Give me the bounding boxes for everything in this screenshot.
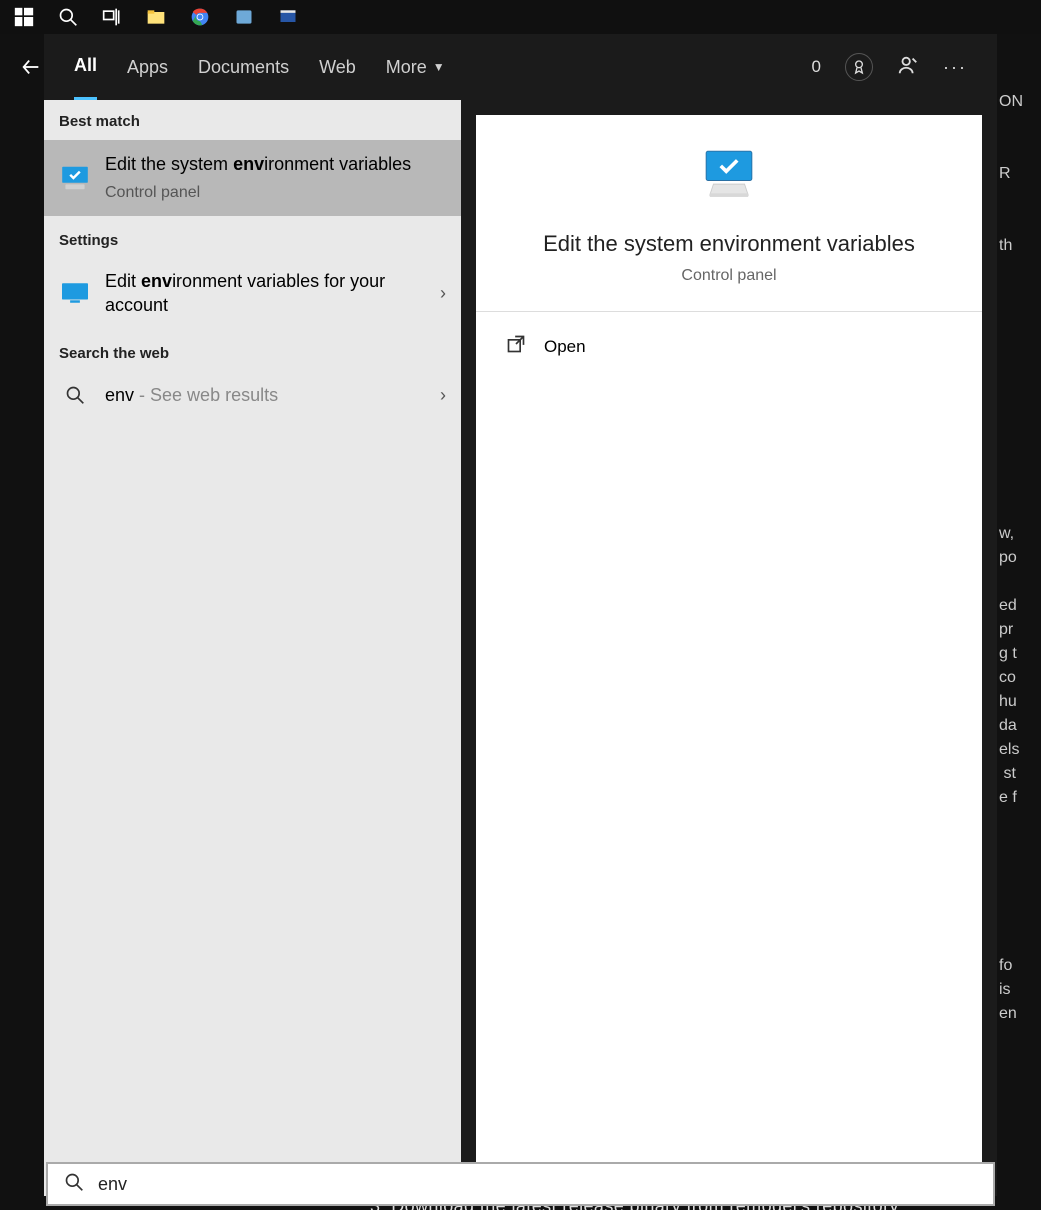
settings-result[interactable]: Edit environment variables for your acco… [44, 257, 461, 330]
background-side-text: ON R th w, po ed pr g t co hu da els st … [999, 90, 1041, 1026]
preview-subtitle: Control panel [681, 267, 776, 285]
chrome-icon[interactable] [178, 0, 222, 34]
open-external-icon [506, 334, 526, 359]
preview-pane: Edit the system environment variables Co… [476, 115, 982, 1181]
tab-label: More [386, 57, 427, 78]
tab-all[interactable]: All [74, 34, 97, 100]
results-pane: Best match Edit the system environment v… [44, 100, 461, 1196]
system-icon [59, 165, 91, 191]
web-result[interactable]: env - See web results › [44, 370, 461, 420]
tab-web[interactable]: Web [319, 34, 356, 100]
taskbar-app1-icon[interactable] [222, 0, 266, 34]
taskview-icon[interactable] [90, 0, 134, 34]
taskbar [0, 0, 1041, 34]
preview-hero: Edit the system environment variables Co… [476, 115, 982, 312]
search-input[interactable] [98, 1174, 977, 1195]
start-icon[interactable] [2, 0, 46, 34]
rewards-icon[interactable] [845, 53, 873, 81]
tab-label: All [74, 55, 97, 76]
open-label: Open [544, 337, 586, 357]
monitor-icon [59, 280, 91, 306]
tab-label: Web [319, 57, 356, 78]
result-title: env - See web results [105, 383, 426, 407]
search-icon[interactable] [46, 0, 90, 34]
open-action[interactable]: Open [476, 312, 982, 381]
chevron-right-icon: › [440, 283, 446, 304]
back-button[interactable] [20, 56, 42, 83]
system-large-icon [697, 145, 761, 205]
result-subtitle: Control panel [105, 182, 446, 204]
best-match-result[interactable]: Edit the system environment variables Co… [44, 140, 461, 216]
taskbar-app2-icon[interactable] [266, 0, 310, 34]
preview-title: Edit the system environment variables [543, 231, 915, 257]
tabs-right-controls: 0 ··· [812, 53, 967, 81]
chevron-down-icon: ▼ [433, 60, 445, 74]
more-options-icon[interactable]: ··· [943, 57, 967, 78]
section-best-match: Best match [44, 100, 461, 140]
tab-label: Documents [198, 57, 289, 78]
tab-documents[interactable]: Documents [198, 34, 289, 100]
feedback-icon[interactable] [897, 54, 919, 81]
tab-label: Apps [127, 57, 168, 78]
search-input-bar[interactable] [46, 1162, 995, 1206]
tab-more[interactable]: More ▼ [386, 34, 445, 100]
start-search-panel: All Apps Documents Web More ▼ 0 ··· Best … [44, 34, 997, 1196]
explorer-icon[interactable] [134, 0, 178, 34]
section-search-web: Search the web [44, 329, 461, 370]
tab-apps[interactable]: Apps [127, 34, 168, 100]
search-tabs: All Apps Documents Web More ▼ 0 ··· [44, 34, 997, 100]
result-title: Edit the system environment variables [105, 152, 446, 176]
result-title: Edit environment variables for your acco… [105, 269, 426, 318]
section-settings: Settings [44, 216, 461, 257]
chevron-right-icon: › [440, 385, 446, 406]
rewards-points: 0 [812, 57, 821, 77]
search-icon [59, 382, 91, 408]
search-icon [64, 1172, 84, 1197]
